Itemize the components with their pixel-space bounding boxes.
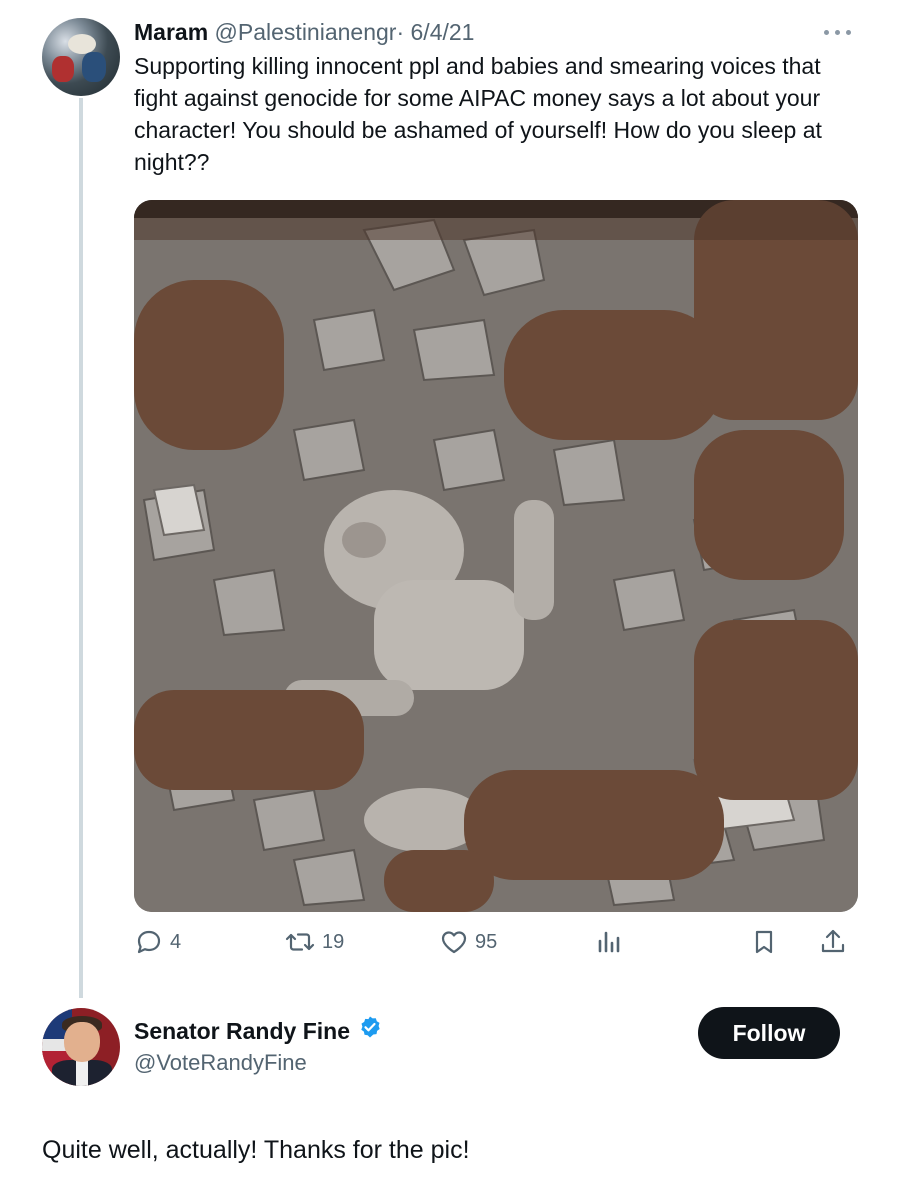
tweet-date[interactable]: 6/4/21 — [411, 19, 475, 45]
avatar[interactable] — [42, 18, 120, 96]
reply-icon — [137, 930, 161, 954]
like-count: 95 — [475, 930, 498, 953]
follow-button[interactable]: Follow — [698, 1007, 840, 1059]
tweet-text: Supporting killing innocent ppl and babi… — [134, 53, 822, 175]
reply-text: Quite well, actually! Thanks for the pic… — [42, 1136, 470, 1164]
repost-button[interactable]: 19 — [284, 922, 344, 962]
header-separator: · — [396, 19, 405, 45]
author-name[interactable]: Maram — [134, 19, 208, 45]
verified-badge-icon — [358, 1015, 382, 1046]
repost-icon — [285, 933, 315, 951]
views-button[interactable] — [594, 922, 624, 962]
more-options-icon[interactable] — [820, 24, 856, 42]
tweet-header: Maram @Palestinianengr· 6/4/21 — [134, 17, 474, 47]
reply-author-row: Senator Randy Fine — [134, 1015, 382, 1046]
author-handle[interactable]: @Palestinianengr — [215, 19, 397, 45]
photo-illustration — [134, 200, 858, 912]
reply-author-name[interactable]: Senator Randy Fine — [134, 1016, 350, 1046]
share-button[interactable] — [818, 922, 848, 962]
reply-avatar[interactable] — [42, 1008, 120, 1086]
analytics-icon — [598, 931, 620, 953]
share-icon — [821, 929, 845, 953]
like-button[interactable]: 95 — [439, 922, 497, 962]
bookmark-button[interactable] — [749, 922, 779, 962]
reply-author-handle[interactable]: @VoteRandyFine — [134, 1048, 307, 1078]
tweet-photo[interactable] — [134, 200, 858, 912]
reply-count: 4 — [170, 930, 182, 953]
tweet-actions: 4 19 95 — [134, 922, 858, 962]
reply-button[interactable]: 4 — [134, 922, 181, 962]
bookmark-icon — [755, 930, 773, 954]
heart-icon — [441, 931, 467, 954]
thread-line — [79, 98, 83, 998]
repost-count: 19 — [322, 930, 345, 953]
